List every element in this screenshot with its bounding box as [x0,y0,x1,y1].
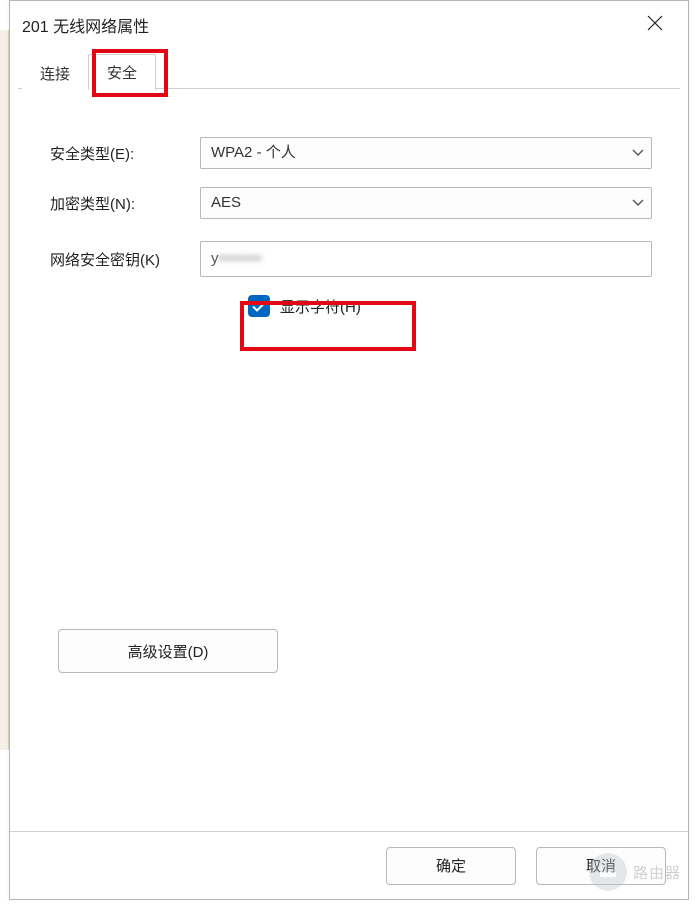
show-characters-checkbox[interactable] [248,295,270,317]
security-type-select[interactable]: WPA2 - 个人 [200,137,652,169]
router-icon [589,853,627,891]
network-key-obscured: ••••••• [219,242,263,276]
watermark: 路由器 [589,853,681,891]
window-title: 201 无线网络属性 [22,13,149,37]
tab-security[interactable]: 安全 [88,54,156,90]
network-key-prefix: y [211,250,219,267]
ok-button[interactable]: 确定 [386,847,516,885]
wireless-properties-dialog: 201 无线网络属性 连接 安全 安全类型(E): WPA2 - 个人 [9,0,689,900]
security-type-control: WPA2 - 个人 [200,137,652,169]
ok-button-label: 确定 [436,855,466,876]
watermark-text: 路由器 [633,862,681,883]
row-network-key: 网络安全密钥(K) y••••••• [50,241,652,277]
network-key-control: y••••••• [200,241,652,277]
advanced-settings-button[interactable]: 高级设置(D) [58,629,278,673]
close-icon [647,15,663,35]
encryption-type-control: AES [200,187,652,219]
check-icon [252,301,266,312]
encryption-type-value: AES [200,187,652,219]
tab-connection[interactable]: 连接 [22,56,88,90]
row-encryption-type: 加密类型(N): AES [50,187,652,219]
tab-security-label: 安全 [107,65,137,82]
network-key-label: 网络安全密钥(K) [50,249,200,270]
security-type-value: WPA2 - 个人 [200,137,652,169]
row-show-characters: 显示字符(H) [248,295,652,317]
show-characters-label: 显示字符(H) [280,296,361,317]
security-type-label: 安全类型(E): [50,143,200,164]
encryption-type-label: 加密类型(N): [50,193,200,214]
dialog-footer: 确定 取消 [10,831,688,899]
advanced-settings-label: 高级设置(D) [128,641,209,662]
titlebar: 201 无线网络属性 [10,1,688,49]
tab-strip: 连接 安全 [10,49,688,89]
background-sliver [0,30,9,750]
close-button[interactable] [636,6,674,44]
encryption-type-select[interactable]: AES [200,187,652,219]
tab-content-security: 安全类型(E): WPA2 - 个人 加密类型(N): AES [10,89,688,317]
network-key-input[interactable]: y••••••• [200,241,652,277]
row-security-type: 安全类型(E): WPA2 - 个人 [50,137,652,169]
tab-connection-label: 连接 [40,66,70,83]
